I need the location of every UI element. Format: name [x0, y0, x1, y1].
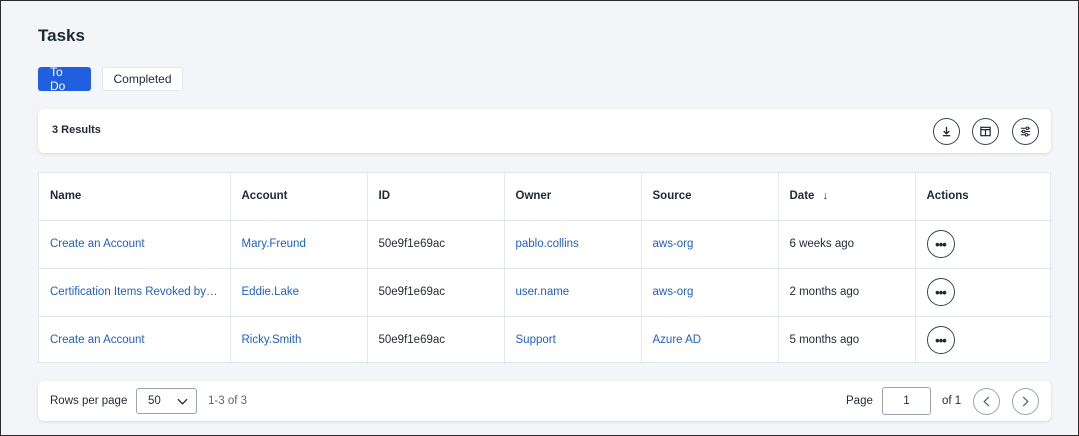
columns-icon: [980, 126, 991, 137]
task-date: 6 weeks ago: [778, 220, 916, 269]
app-frame: Tasks To Do Completed 3 Results Name Acc…: [0, 0, 1079, 436]
owner-link[interactable]: Support: [504, 316, 642, 364]
task-name-link[interactable]: Certification Items Revoked by…: [39, 268, 231, 317]
task-id: 50e9f1e69ac: [367, 220, 505, 269]
total-pages-label: of 1: [942, 395, 962, 407]
column-header-date[interactable]: Date ↓: [778, 173, 916, 221]
owner-link[interactable]: pablo.collins: [504, 220, 642, 269]
table-row: Create an Account Mary.Freund 50e9f1e69a…: [39, 220, 1052, 269]
page-label: Page: [846, 395, 873, 407]
rows-per-page-select[interactable]: 50: [136, 388, 197, 414]
tab-completed[interactable]: Completed: [102, 67, 183, 91]
column-header-actions: Actions: [915, 173, 1052, 221]
results-toolbar: 3 Results: [38, 109, 1051, 153]
results-count: 3 Results: [52, 124, 101, 136]
chevron-left-icon: [983, 396, 990, 407]
columns-button[interactable]: [972, 118, 999, 145]
task-name-link[interactable]: Create an Account: [39, 220, 231, 269]
column-header-owner[interactable]: Owner: [504, 173, 642, 221]
chevron-down-icon: [177, 398, 188, 405]
tab-to-do[interactable]: To Do: [38, 65, 91, 93]
download-button[interactable]: [933, 118, 960, 145]
owner-link[interactable]: user.name: [504, 268, 642, 317]
task-id: 50e9f1e69ac: [367, 268, 505, 317]
source-link[interactable]: aws-org: [641, 268, 779, 317]
account-link[interactable]: Eddie.Lake: [230, 268, 368, 317]
task-id: 50e9f1e69ac: [367, 316, 505, 364]
filter-settings-button[interactable]: [1012, 118, 1039, 145]
page-number-input[interactable]: [882, 387, 931, 415]
rows-per-page-value: 50: [148, 395, 161, 407]
column-header-date-label: Date: [789, 190, 815, 203]
more-actions-icon[interactable]: •••: [926, 278, 955, 306]
page-title: Tasks: [38, 26, 85, 45]
source-link[interactable]: Azure AD: [641, 316, 779, 364]
filter-settings-icon: [1020, 126, 1031, 137]
next-page-button[interactable]: [1012, 388, 1039, 415]
range-text: 1-3 of 3: [208, 395, 247, 407]
table-header-row: Name Account ID Owner Source Date ↓ Actio…: [39, 173, 1052, 221]
task-name-link[interactable]: Create an Account: [39, 316, 231, 364]
tasks-table: Name Account ID Owner Source Date ↓ Actio…: [38, 172, 1052, 364]
download-icon: [942, 126, 951, 137]
actions-cell: •••: [915, 220, 1052, 269]
more-actions-icon[interactable]: •••: [926, 230, 955, 258]
column-header-source[interactable]: Source: [641, 173, 779, 221]
rows-per-page-label: Rows per page: [50, 395, 128, 407]
sort-descending-icon: ↓: [822, 190, 828, 203]
source-link[interactable]: aws-org: [641, 220, 779, 269]
table-row: Certification Items Revoked by… Eddie.La…: [39, 268, 1052, 317]
task-date: 5 months ago: [778, 316, 916, 364]
task-date: 2 months ago: [778, 268, 916, 317]
chevron-right-icon: [1022, 396, 1029, 407]
tab-bar: To Do Completed: [38, 65, 183, 93]
actions-cell: •••: [915, 316, 1052, 364]
previous-page-button[interactable]: [973, 388, 1000, 415]
column-header-name[interactable]: Name: [39, 173, 231, 221]
column-header-id[interactable]: ID: [367, 173, 505, 221]
pagination-bar: Rows per page 50 1-3 of 3 Page of 1: [38, 381, 1051, 421]
account-link[interactable]: Mary.Freund: [230, 220, 368, 269]
actions-cell: •••: [915, 268, 1052, 317]
column-header-account[interactable]: Account: [230, 173, 368, 221]
more-actions-icon[interactable]: •••: [926, 326, 955, 355]
table-row: Create an Account Ricky.Smith 50e9f1e69a…: [39, 316, 1052, 364]
account-link[interactable]: Ricky.Smith: [230, 316, 368, 364]
